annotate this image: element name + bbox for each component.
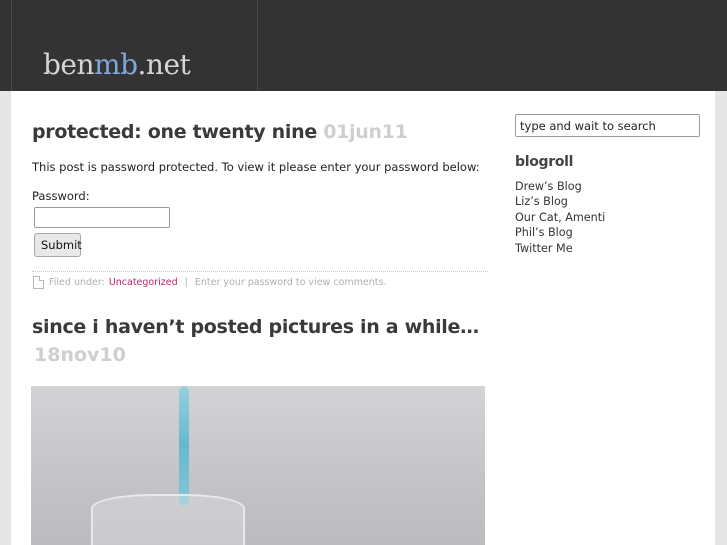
post-title[interactable]: protected: one twenty nine 01jun11 (32, 121, 408, 143)
post-title-text: protected: one twenty nine (32, 121, 317, 143)
photo-glass (91, 494, 245, 545)
password-field[interactable] (34, 207, 170, 228)
document-icon (33, 276, 44, 289)
logo-accent: mb (94, 48, 138, 81)
post-title-2[interactable]: since i haven’t posted pictures in a whi… (32, 316, 479, 338)
blogroll-link-phil[interactable]: Phil’s Blog (515, 225, 605, 240)
photo-water-stream (179, 386, 189, 506)
meta-separator: | (184, 277, 188, 288)
site-logo[interactable]: benmb.net (43, 48, 191, 81)
header-divider-left (11, 0, 12, 91)
submit-button[interactable]: Submit (34, 233, 82, 257)
password-label: Password: (32, 189, 90, 203)
blogroll-link-cat[interactable]: Our Cat, Amenti (515, 210, 605, 225)
post-meta: Filed under: Uncategorized | Enter your … (33, 276, 386, 289)
site-header: benmb.net (0, 0, 727, 91)
post-date-2: 18nov10 (34, 344, 126, 366)
post-date: 01jun11 (323, 121, 408, 143)
blogroll-list: Drew’s Blog Liz’s Blog Our Cat, Amenti P… (515, 179, 605, 256)
blogroll-link-drew[interactable]: Drew’s Blog (515, 179, 605, 194)
meta-filed-under: Filed under: (49, 277, 105, 288)
comments-note: Enter your password to view comments. (194, 277, 387, 288)
content-page: protected: one twenty nine 01jun11 This … (11, 91, 715, 545)
logo-suffix: .net (137, 48, 191, 81)
post-divider (32, 271, 488, 272)
header-divider-right (257, 0, 258, 91)
category-link[interactable]: Uncategorized (109, 277, 178, 288)
logo-prefix: ben (43, 48, 95, 81)
blogroll-heading: blogroll (515, 154, 574, 170)
search-input[interactable] (515, 114, 700, 137)
blogroll-link-twitter[interactable]: Twitter Me (515, 241, 605, 256)
blogroll-link-liz[interactable]: Liz’s Blog (515, 194, 605, 209)
post-photo[interactable] (31, 386, 485, 545)
post-body: This post is password protected. To view… (32, 160, 480, 174)
